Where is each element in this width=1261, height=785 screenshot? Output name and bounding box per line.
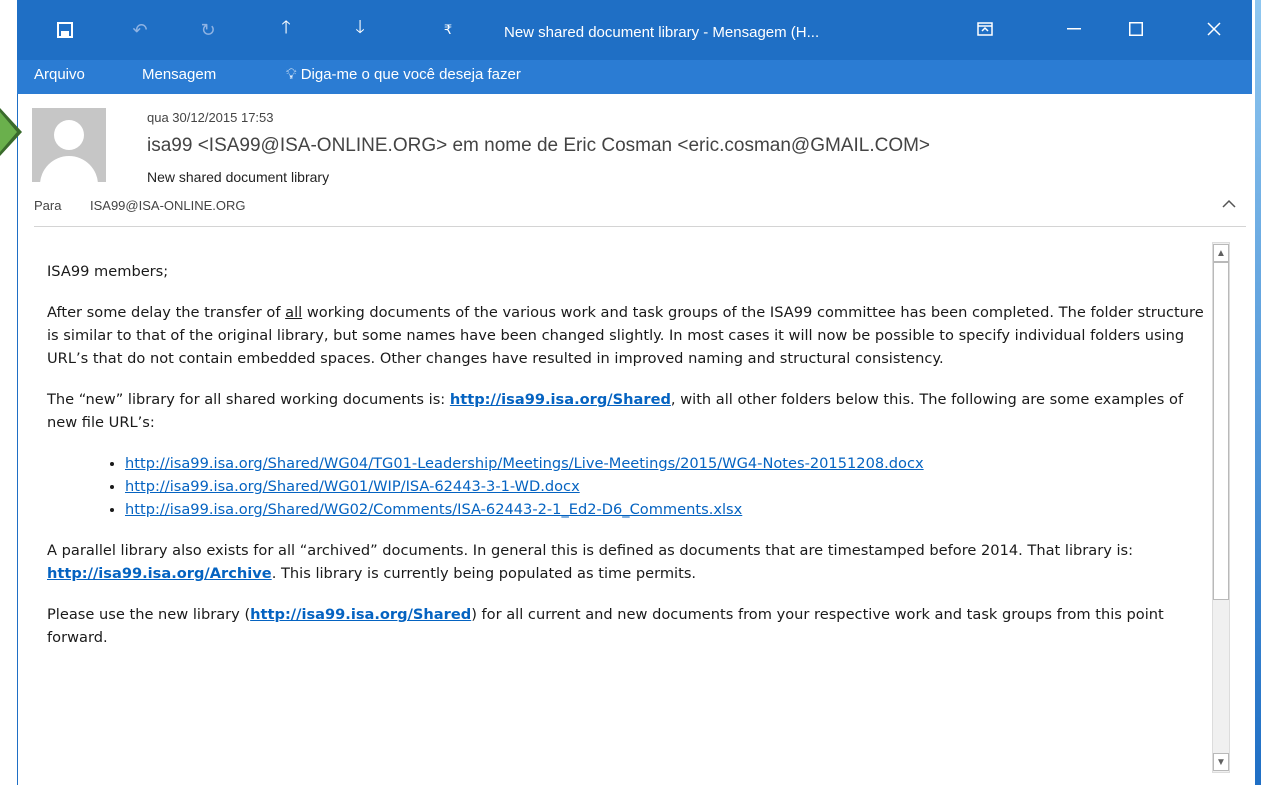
header-divider	[34, 226, 1246, 227]
customize-icon[interactable]: ₹	[428, 0, 468, 60]
example-link-1[interactable]: http://isa99.isa.org/Shared/WG04/TG01-Le…	[125, 455, 924, 472]
paragraph-1: After some delay the transfer of all wor…	[47, 304, 1204, 367]
archive-library-link[interactable]: http://isa99.isa.org/Archive	[47, 565, 272, 582]
example-link-2[interactable]: http://isa99.isa.org/Shared/WG01/WIP/ISA…	[125, 478, 580, 495]
paragraph-3: A parallel library also exists for all “…	[47, 542, 1134, 582]
example-link-3[interactable]: http://isa99.isa.org/Shared/WG02/Comment…	[125, 501, 742, 518]
window-border	[17, 94, 18, 785]
shared-library-link[interactable]: http://isa99.isa.org/Shared	[450, 391, 671, 408]
list-item: http://isa99.isa.org/Shared/WG01/WIP/ISA…	[125, 475, 1205, 498]
undo-icon[interactable]: ↶	[120, 0, 160, 60]
greeting: ISA99 members;	[47, 263, 169, 280]
lightbulb-icon: 💡︎	[286, 66, 297, 83]
avatar	[32, 108, 106, 182]
redo-icon[interactable]: ↻	[188, 0, 228, 60]
paragraph-4: Please use the new library (http://isa99…	[47, 606, 1164, 646]
up-arrow-icon[interactable]: 🡑	[266, 0, 306, 60]
tab-mensagem[interactable]: Mensagem	[142, 66, 216, 83]
tell-me-box[interactable]: 💡︎ Diga-me o que você deseja fazer	[286, 66, 521, 83]
sender[interactable]: isa99 <ISA99@ISA-ONLINE.ORG> em nome de …	[147, 135, 930, 157]
down-arrow-icon[interactable]: 🡓	[340, 0, 380, 60]
to-recipient[interactable]: ISA99@ISA-ONLINE.ORG	[90, 198, 246, 213]
sent-date: qua 30/12/2015 17:53	[147, 110, 274, 125]
paragraph-2: The “new” library for all shared working…	[47, 391, 1184, 431]
tab-arquivo[interactable]: Arquivo	[34, 66, 85, 83]
slide-border-decoration	[1255, 0, 1261, 785]
minimize-icon[interactable]	[1051, 12, 1097, 46]
list-item: http://isa99.isa.org/Shared/WG04/TG01-Le…	[125, 452, 1205, 475]
message-body: ISA99 members; After some delay the tran…	[47, 260, 1205, 667]
subject: New shared document library	[147, 169, 330, 185]
scroll-down-icon[interactable]: ▼	[1213, 753, 1229, 771]
tell-me-label: Diga-me o que você deseja fazer	[300, 66, 521, 83]
arrow-decoration-inner	[0, 112, 17, 152]
scroll-up-icon[interactable]: ▲	[1213, 244, 1229, 262]
save-icon[interactable]	[45, 0, 85, 60]
list-item: http://isa99.isa.org/Shared/WG02/Comment…	[125, 498, 1205, 521]
close-icon[interactable]	[1191, 12, 1237, 46]
window-title: New shared document library - Mensagem (…	[504, 24, 820, 41]
maximize-icon[interactable]	[1113, 12, 1159, 46]
collapse-header-icon[interactable]	[1222, 196, 1236, 214]
shared-library-link-2[interactable]: http://isa99.isa.org/Shared	[250, 606, 471, 623]
scrollbar-thumb[interactable]	[1213, 262, 1229, 600]
to-label: Para	[34, 198, 62, 213]
ribbon-display-icon[interactable]	[962, 12, 1008, 46]
example-links-list: http://isa99.isa.org/Shared/WG04/TG01-Le…	[47, 452, 1205, 521]
